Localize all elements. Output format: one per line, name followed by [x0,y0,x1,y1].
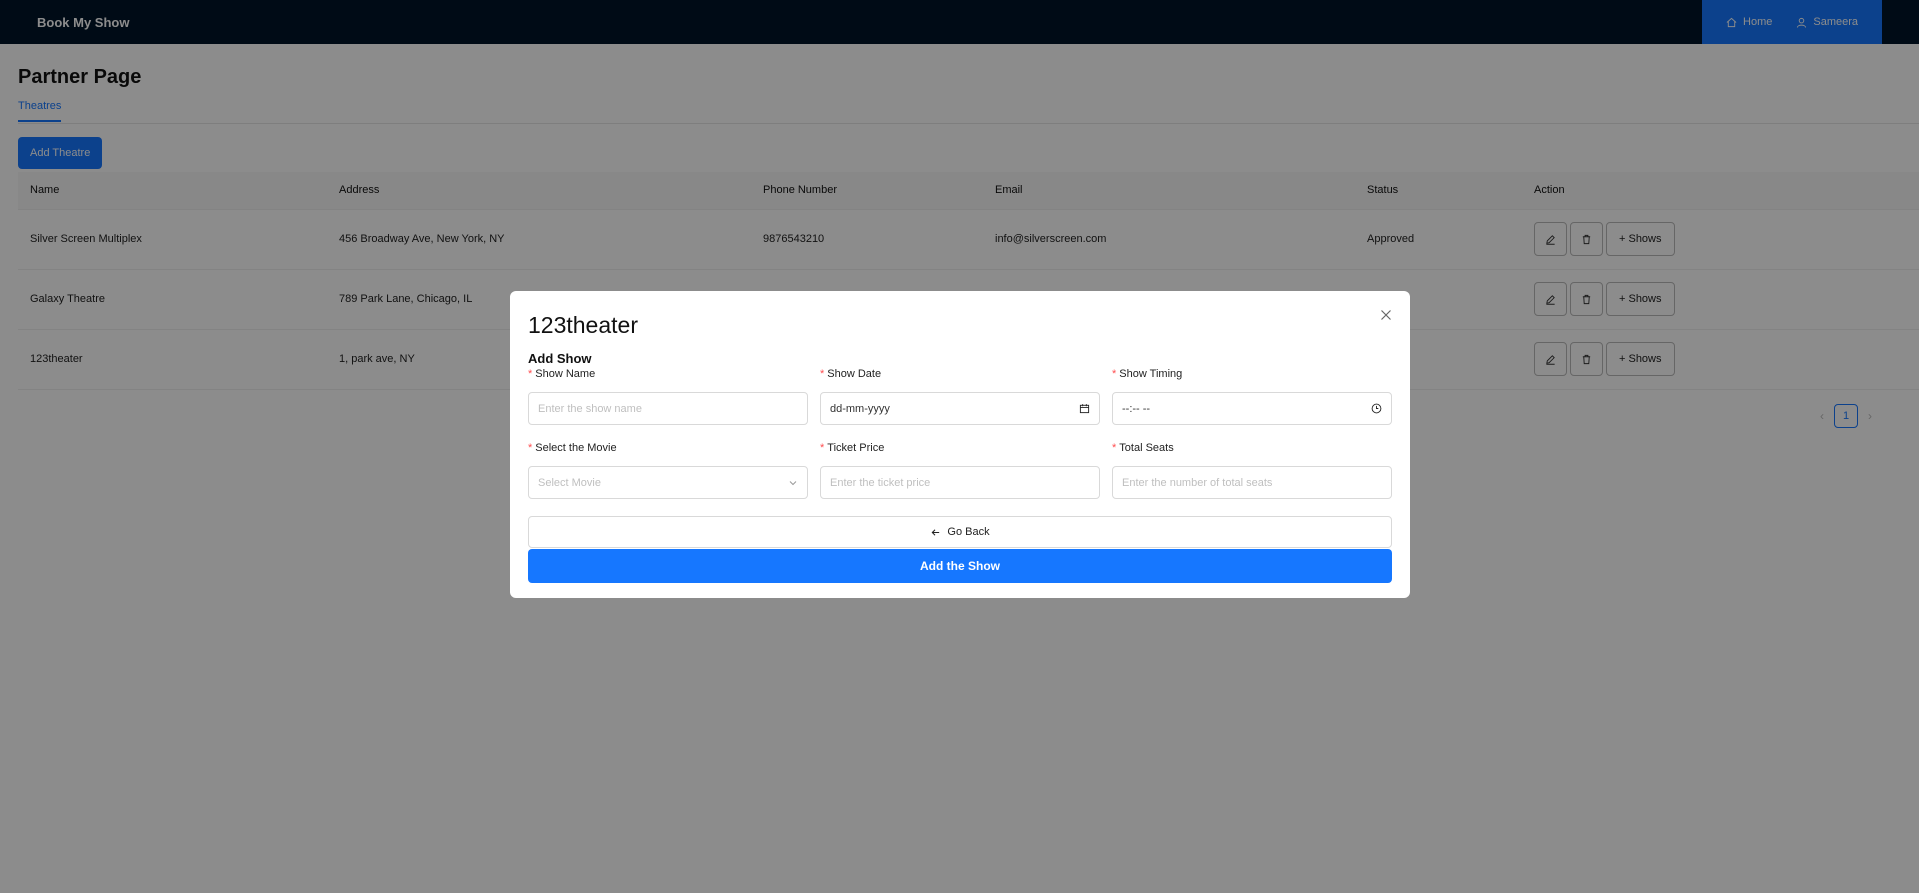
arrow-left-icon [931,528,940,536]
show-date-label: * Show Date [820,368,882,380]
show-timing-label: * Show Timing [1112,368,1183,380]
movie-select[interactable]: Select Movie [528,466,808,499]
go-back-label: Go Back [947,526,990,538]
total-seats-input[interactable]: Enter the number of total seats [1112,466,1392,499]
show-name-label: * Show Name [528,368,596,380]
ticket-price-input[interactable]: Enter the ticket price [820,466,1100,499]
ticket-price-label: * Ticket Price [820,442,885,454]
chevron-down-icon [789,480,797,485]
show-date-input[interactable]: dd-mm-yyyy [820,392,1100,425]
total-seats-field: * Total Seats Enter the number of total s… [1112,442,1392,499]
show-date-field: * Show Date dd-mm-yyyy [820,368,1100,425]
close-icon[interactable] [1378,307,1394,323]
ticket-price-field: * Ticket Price Enter the ticket price [820,442,1100,499]
show-name-input[interactable]: Enter the show name [528,392,808,425]
calendar-icon[interactable] [1079,403,1090,414]
show-timing-field: * Show Timing --:-- -- [1112,368,1392,425]
show-timing-input[interactable]: --:-- -- [1112,392,1392,425]
show-name-field: * Show Name Enter the show name [528,368,808,425]
go-back-button[interactable]: Go Back [528,516,1392,548]
modal-subtitle: Add Show [528,351,592,366]
add-show-submit-button[interactable]: Add the Show [528,549,1392,583]
movie-field: * Select the Movie Select Movie [528,442,808,499]
add-show-modal: 123theater Add Show * Show Name Enter the… [510,291,1410,598]
clock-icon[interactable] [1371,403,1382,414]
modal-title: 123theater [528,312,638,338]
movie-label: * Select the Movie [528,442,617,454]
total-seats-label: * Total Seats [1112,442,1174,454]
